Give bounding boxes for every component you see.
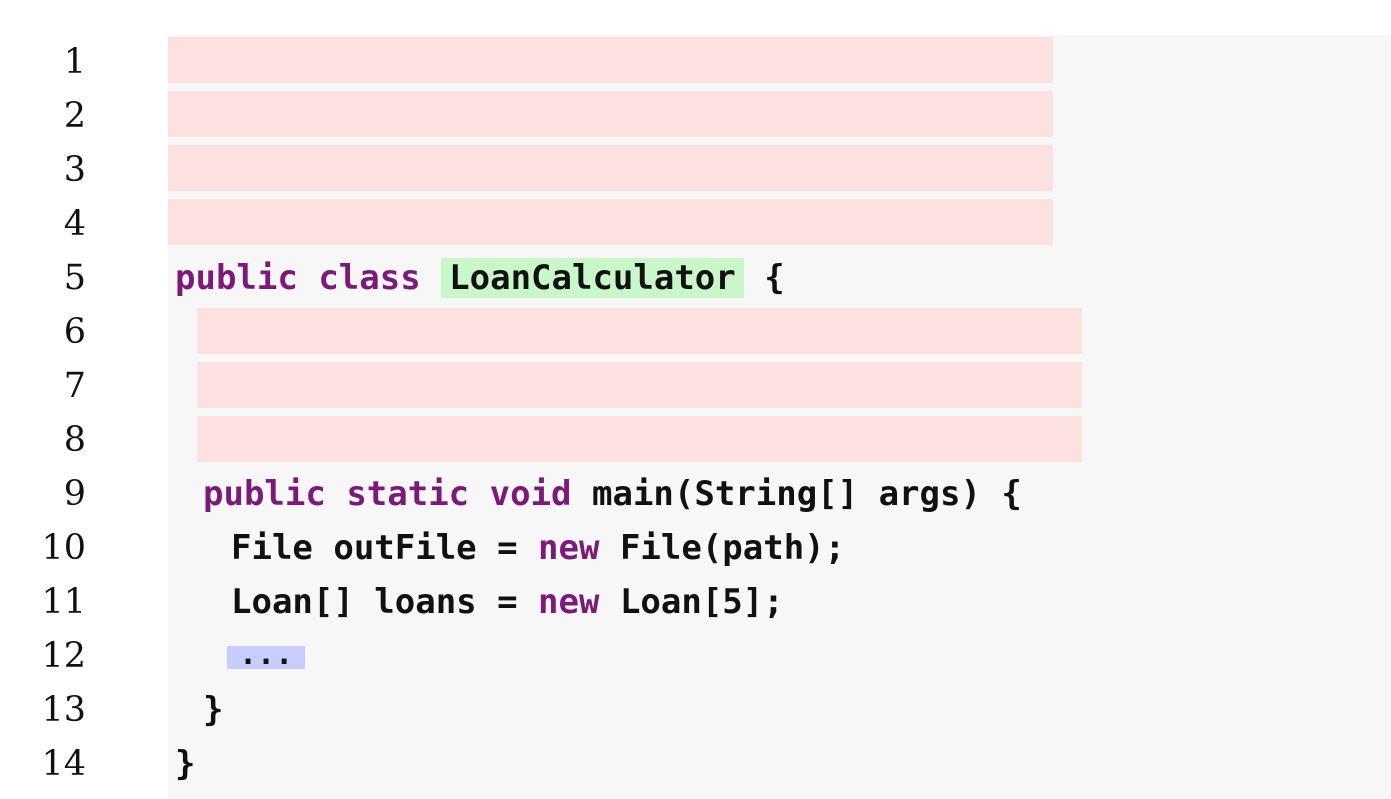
redacted-block — [168, 199, 1053, 245]
code-line-5: 5 public class LoanCalculator { — [0, 251, 1391, 305]
keyword-void: void — [489, 474, 572, 514]
code-line-3: 3 — [0, 143, 1391, 197]
redacted-block — [197, 362, 1082, 408]
redacted-block — [168, 91, 1053, 137]
code-text: Loan[] loans = — [231, 582, 539, 622]
redacted-block — [197, 416, 1082, 462]
code-line-6: 6 — [0, 305, 1391, 359]
main-method-declaration: public static void main(String[] args) { — [203, 467, 1022, 521]
keyword-new: new — [538, 582, 600, 622]
code-line-4: 4 — [0, 197, 1391, 251]
close-brace: } — [203, 690, 224, 730]
file-statement: File outFile = new File(path); — [231, 521, 845, 575]
keyword-public: public — [203, 474, 326, 514]
line-number: 6 — [63, 312, 86, 352]
line-number: 12 — [41, 636, 86, 676]
line-number: 10 — [41, 528, 86, 568]
code-line-12: 12 ... — [0, 629, 1391, 683]
code-line-11: 11 Loan[] loans = new Loan[5]; — [0, 575, 1391, 629]
keyword-new: new — [538, 528, 600, 568]
line-number: 5 — [63, 258, 86, 298]
redacted-block — [168, 145, 1053, 191]
keyword-class: class — [318, 258, 421, 298]
redacted-block — [197, 308, 1082, 354]
code-line-13: 13 } — [0, 683, 1391, 737]
keyword-public: public — [175, 258, 298, 298]
code-line-10: 10 File outFile = new File(path); — [0, 521, 1391, 575]
line-number: 8 — [63, 420, 86, 460]
code-line-1: 1 — [0, 35, 1391, 89]
class-declaration: public class LoanCalculator { — [175, 251, 785, 305]
method-signature: main(String[] args) { — [592, 474, 1022, 514]
close-brace: } — [175, 744, 196, 784]
code-line-7: 7 — [0, 359, 1391, 413]
code-line-8: 8 — [0, 413, 1391, 467]
line-number: 4 — [63, 204, 86, 244]
line-number: 2 — [63, 96, 86, 136]
code-line-14: 14 } — [0, 737, 1391, 791]
line-number: 14 — [41, 744, 86, 784]
open-brace: { — [764, 258, 785, 298]
line-number: 3 — [63, 150, 86, 190]
ellipsis-line: ... — [227, 629, 306, 683]
line-number: 7 — [63, 366, 86, 406]
loans-statement: Loan[] loans = new Loan[5]; — [231, 575, 784, 629]
class-name-highlight[interactable]: LoanCalculator — [441, 258, 744, 298]
line-number: 1 — [63, 42, 86, 82]
line-number: 11 — [41, 582, 86, 622]
redacted-block — [168, 37, 1053, 83]
keyword-static: static — [346, 474, 470, 514]
code-text: File(path); — [599, 528, 846, 568]
code-line-9: 9 public static void main(String[] args)… — [0, 467, 1391, 521]
ellipsis-highlight[interactable]: ... — [227, 640, 306, 670]
line-number: 13 — [41, 690, 86, 730]
code-line-2: 2 — [0, 89, 1391, 143]
code-text: File outFile = — [231, 528, 539, 568]
code-text: Loan[5]; — [599, 582, 784, 622]
line-number: 9 — [63, 474, 86, 514]
